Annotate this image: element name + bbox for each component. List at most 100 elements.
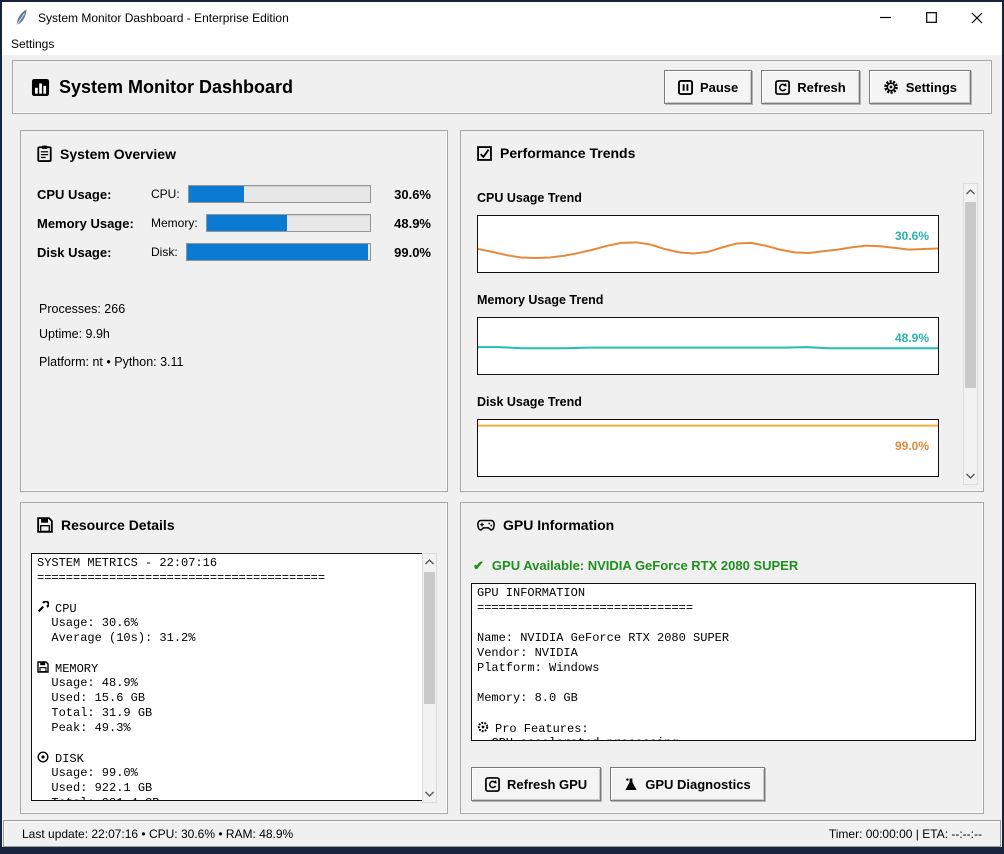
floppy-icon (37, 661, 50, 673)
refresh-gpu-button[interactable]: Refresh GPU (471, 767, 601, 801)
resource-details-panel: Resource Details SYSTEM METRICS - 22:07:… (20, 502, 448, 814)
scroll-down-arrow-icon[interactable] (423, 786, 436, 802)
text-line (477, 676, 975, 691)
text-line: DISK (37, 751, 422, 766)
disk-usage-value: 99.0% (387, 245, 431, 260)
memory-progress-fill (207, 215, 287, 231)
disk-trend-value: 99.0% (895, 439, 929, 453)
bar-chart-icon (31, 78, 50, 97)
gpu-available-status: ✔ GPU Available: NVIDIA GeForce RTX 2080… (473, 558, 798, 574)
text-line: GPU INFORMATION (477, 586, 975, 601)
disk-bar-label: Disk: (151, 245, 178, 259)
check-icon: ✔ (473, 558, 484, 574)
checkbox-checked-icon (477, 146, 492, 161)
status-bar: Last update: 22:07:16 • CPU: 30.6% • RAM… (3, 820, 1001, 847)
memory-trend-value: 48.9% (895, 331, 929, 345)
scroll-thumb[interactable] (965, 202, 976, 388)
metrics-text-area[interactable]: SYSTEM METRICS - 22:07:16===============… (31, 553, 423, 801)
memory-bar-label: Memory: (151, 216, 198, 230)
text-line (477, 706, 975, 721)
cpu-trend-value: 30.6% (895, 229, 929, 243)
memory-progressbar (206, 214, 371, 232)
status-left-text: Last update: 22:07:16 • CPU: 30.6% • RAM… (22, 827, 293, 841)
memory-trend-block: Memory Usage Trend 48.9% (477, 293, 939, 375)
pause-icon (678, 80, 693, 95)
title-bar: System Monitor Dashboard - Enterprise Ed… (2, 2, 1002, 33)
text-line (37, 646, 422, 661)
menu-settings[interactable]: Settings (2, 37, 63, 51)
wrench-icon (37, 601, 50, 613)
text-line: Average (10s): 31.2% (37, 631, 422, 646)
disk-usage-label: Disk Usage: (37, 245, 151, 260)
header-frame: System Monitor Dashboard Pause (12, 60, 992, 114)
memory-trend-label: Memory Usage Trend (477, 293, 939, 309)
memory-usage-label: Memory Usage: (37, 216, 151, 231)
platform-text: Platform: nt • Python: 3.11 (39, 355, 431, 369)
floppy-icon (37, 517, 53, 533)
system-overview-title: System Overview (37, 145, 447, 162)
disk-trend-label: Disk Usage Trend (477, 395, 939, 411)
gpu-text-area[interactable]: GPU INFORMATION=========================… (471, 583, 976, 741)
refresh-button[interactable]: Refresh (761, 70, 859, 104)
text-line: Memory: 8.0 GB (477, 691, 975, 706)
scroll-up-arrow-icon[interactable] (964, 184, 977, 200)
cpu-progress-fill (189, 186, 244, 202)
text-line: MEMORY (37, 661, 422, 676)
refresh-icon (775, 80, 790, 95)
memory-usage-row: Memory Usage: Memory: 48.9% (37, 213, 431, 233)
text-line: Total: 31.9 GB (37, 706, 422, 721)
gear-icon (883, 79, 899, 95)
text-line: Peak: 49.3% (37, 721, 422, 736)
performance-trends-panel: Performance Trends CPU Usage Trend 30.6%… (460, 130, 984, 492)
disk-trend-chart: 99.0% (477, 419, 939, 477)
main-area: System Monitor Dashboard Pause (2, 55, 1002, 847)
scroll-up-arrow-icon[interactable] (423, 554, 436, 570)
disk-progress-fill (187, 244, 368, 260)
text-line: Vendor: NVIDIA (477, 646, 975, 661)
settings-button[interactable]: Settings (869, 70, 971, 104)
cpu-usage-row: CPU Usage: CPU: 30.6% (37, 184, 431, 204)
performance-trends-title: Performance Trends (477, 145, 983, 161)
maximize-button[interactable] (908, 2, 954, 33)
disk-trend-line (478, 420, 938, 476)
text-line: Name: NVIDIA GeForce RTX 2080 SUPER (477, 631, 975, 646)
memory-usage-value: 48.9% (387, 216, 431, 231)
text-line: Used: 15.6 GB (37, 691, 422, 706)
memory-trend-line (478, 318, 938, 374)
text-line: Pro Features: (477, 721, 975, 736)
clipboard-icon (37, 145, 52, 162)
menu-bar: Settings (2, 33, 1002, 55)
text-line: CPU (37, 601, 422, 616)
cpu-bar-label: CPU: (151, 187, 180, 201)
pause-button[interactable]: Pause (664, 70, 752, 104)
details-scrollbar[interactable] (422, 553, 437, 803)
status-right-text: Timer: 00:00:00 | ETA: --:--:-- (829, 827, 982, 841)
app-window: System Monitor Dashboard - Enterprise Ed… (0, 0, 1004, 854)
scroll-thumb[interactable] (424, 572, 435, 704)
text-line: ============================== (477, 601, 975, 616)
scroll-down-arrow-icon[interactable] (964, 468, 977, 484)
text-line: • GPU-accelerated processing (477, 736, 975, 741)
minimize-button[interactable] (862, 2, 908, 33)
disk-usage-row: Disk Usage: Disk: 99.0% (37, 242, 431, 262)
cpu-usage-label: CPU Usage: (37, 187, 151, 202)
cpu-usage-value: 30.6% (387, 187, 431, 202)
gpu-diagnostics-button[interactable]: GPU Diagnostics (610, 767, 764, 801)
gear-mini-icon (477, 721, 490, 733)
resource-details-title: Resource Details (37, 517, 447, 533)
system-overview-panel: System Overview CPU Usage: CPU: 30.6% Me… (20, 130, 448, 492)
processes-text: Processes: 266 (39, 302, 431, 316)
disk-progressbar (186, 243, 371, 261)
cpu-trend-chart: 30.6% (477, 215, 939, 273)
text-line: Total: 931.4 GB (37, 796, 422, 801)
text-line (37, 736, 422, 751)
close-button[interactable] (954, 2, 1000, 33)
game-controller-icon (477, 519, 495, 532)
cpu-trend-block: CPU Usage Trend 30.6% (477, 191, 939, 273)
text-line: ======================================== (37, 571, 422, 586)
text-line: Platform: Windows (477, 661, 975, 676)
cpu-trend-line (478, 216, 938, 272)
window-title: System Monitor Dashboard - Enterprise Ed… (38, 11, 289, 25)
text-line (477, 616, 975, 631)
trends-scrollbar[interactable] (963, 183, 978, 485)
